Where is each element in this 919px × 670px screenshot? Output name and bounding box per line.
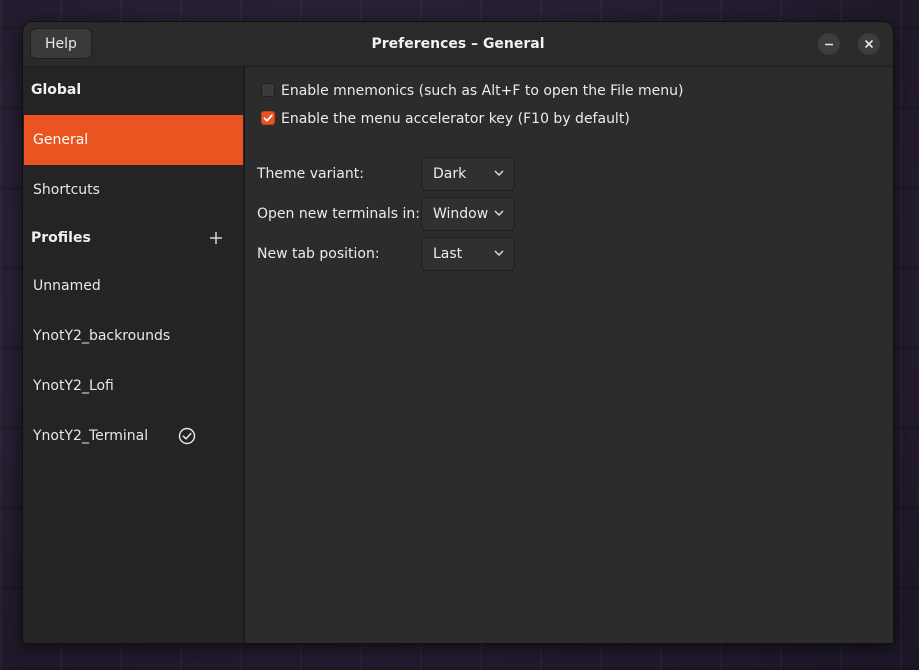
- chevron-down-icon: [494, 170, 504, 176]
- profile-label: YnotY2_Lofi: [33, 378, 114, 394]
- chevron-down-icon: [494, 250, 504, 256]
- sidebar: Global General Shortcuts Profiles Unname…: [23, 67, 245, 643]
- window-title: Preferences – General: [371, 36, 545, 52]
- minimize-icon: [825, 43, 833, 46]
- open-new-terminals-label: Open new terminals in:: [257, 206, 420, 222]
- checkmark-icon: [263, 114, 273, 122]
- theme-variant-label: Theme variant:: [257, 166, 364, 182]
- sidebar-item-profile-ynoty2-terminal[interactable]: YnotY2_Terminal: [24, 411, 243, 461]
- sidebar-item-profile-unnamed[interactable]: Unnamed: [24, 261, 243, 311]
- profile-label: Unnamed: [33, 278, 101, 294]
- sidebar-item-profile-ynoty2-backrounds[interactable]: YnotY2_backrounds: [24, 311, 243, 361]
- chevron-down-icon: [494, 210, 504, 216]
- accelerator-checkbox[interactable]: [261, 111, 275, 125]
- open-new-terminals-dropdown[interactable]: Window: [421, 197, 515, 231]
- profiles-header: Profiles: [31, 230, 91, 246]
- mnemonics-label: Enable mnemonics (such as Alt+F to open …: [281, 83, 684, 99]
- add-profile-button[interactable]: [209, 215, 223, 261]
- close-button[interactable]: [858, 33, 880, 55]
- open-new-terminals-value: Window: [433, 206, 489, 222]
- new-tab-position-label: New tab position:: [257, 246, 380, 262]
- sidebar-item-general[interactable]: General: [24, 115, 243, 165]
- mnemonics-checkbox[interactable]: [261, 83, 275, 97]
- plus-icon: [210, 232, 222, 244]
- sidebar-item-profile-ynoty2-lofi[interactable]: YnotY2_Lofi: [24, 361, 243, 411]
- theme-variant-value: Dark: [433, 166, 467, 182]
- accelerator-label: Enable the menu accelerator key (F10 by …: [281, 111, 630, 127]
- profile-label: YnotY2_backrounds: [33, 328, 171, 344]
- help-button[interactable]: Help: [30, 28, 92, 59]
- new-tab-position-dropdown[interactable]: Last: [421, 237, 515, 271]
- minimize-button[interactable]: [818, 33, 840, 55]
- profile-label: YnotY2_Terminal: [33, 428, 149, 444]
- preferences-window: Preferences – General Help Global Genera…: [22, 21, 894, 644]
- check-circle-icon: [178, 427, 196, 445]
- close-icon: [864, 39, 874, 49]
- new-tab-position-value: Last: [433, 246, 463, 262]
- global-header: Global: [31, 82, 82, 98]
- titlebar: Preferences – General Help: [23, 22, 893, 67]
- sidebar-item-shortcuts[interactable]: Shortcuts: [24, 165, 243, 215]
- general-settings-panel: Enable mnemonics (such as Alt+F to open …: [245, 67, 893, 643]
- theme-variant-dropdown[interactable]: Dark: [421, 157, 515, 191]
